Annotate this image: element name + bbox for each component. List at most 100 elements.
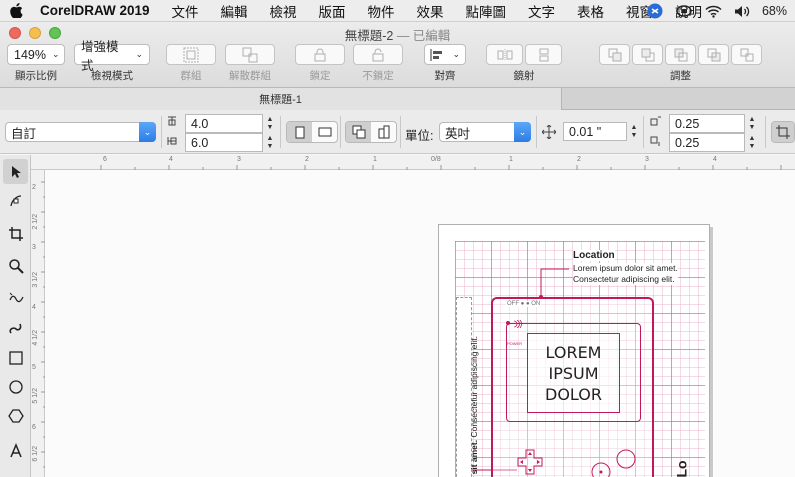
- menu-file[interactable]: 文件: [172, 1, 199, 21]
- units-select[interactable]: 英吋 ⌄: [439, 122, 531, 142]
- zoom-tool[interactable]: [3, 253, 28, 278]
- all-pages-button[interactable]: [346, 122, 371, 142]
- align-dropdown[interactable]: ⌄: [424, 44, 466, 65]
- polygon-tool[interactable]: [3, 403, 28, 428]
- lock-button[interactable]: [295, 44, 345, 65]
- ruler-label: 5 1/2: [32, 388, 39, 404]
- page-height-stepper[interactable]: ▲ ▼: [265, 133, 275, 152]
- pick-tool[interactable]: [3, 159, 28, 184]
- pointer-icon: [11, 165, 21, 178]
- menu-text[interactable]: 文字: [528, 1, 555, 21]
- page-width-input[interactable]: 4.0: [185, 114, 263, 133]
- screen-text[interactable]: LOREM IPSUM DOLOR: [545, 342, 602, 405]
- menu-table[interactable]: 表格: [577, 1, 604, 21]
- ruler-label: 4 1/2: [32, 330, 39, 346]
- chevron-down-icon: ⌄: [135, 49, 143, 59]
- current-page-icon: [378, 125, 389, 139]
- lock-icon: [314, 48, 326, 61]
- duplicate-y-input[interactable]: 0.25: [669, 133, 745, 152]
- duplicate-x-stepper[interactable]: ▲ ▼: [747, 114, 757, 133]
- landscape-button[interactable]: [312, 122, 337, 142]
- duplicate-y-stepper[interactable]: ▲ ▼: [747, 133, 757, 152]
- treat-as-filled-button[interactable]: [772, 122, 794, 142]
- apple-logo-icon[interactable]: [10, 3, 24, 19]
- reverse-order-button[interactable]: [731, 44, 762, 65]
- drawing-canvas[interactable]: Location Lorem ipsum dolor sit amet. Con…: [45, 170, 795, 477]
- wifi-icon[interactable]: [705, 5, 722, 18]
- menu-edit[interactable]: 編輯: [221, 1, 248, 21]
- menu-layout[interactable]: 版面: [319, 1, 346, 21]
- menu-view[interactable]: 檢視: [270, 1, 297, 21]
- document-page[interactable]: Location Lorem ipsum dolor sit amet. Con…: [438, 224, 710, 477]
- callout-body[interactable]: Lorem ipsum dolor sit amet. Consectetur …: [573, 263, 678, 285]
- screen-area[interactable]: LOREM IPSUM DOLOR: [527, 333, 620, 413]
- text-tool[interactable]: [3, 438, 28, 463]
- forward-one-button[interactable]: [665, 44, 696, 65]
- current-page-button[interactable]: [371, 122, 396, 142]
- mirror-vertical-button[interactable]: [525, 44, 562, 65]
- tab-document[interactable]: 無標題-1: [0, 88, 562, 110]
- page-height-input[interactable]: 6.0: [185, 133, 263, 152]
- view-mode-dropdown[interactable]: 增強模式 ⌄: [74, 40, 150, 73]
- ruler-label: 3: [645, 156, 649, 163]
- menu-object[interactable]: 物件: [368, 1, 395, 21]
- vertical-text-frame[interactable]: dolor sit amet. Consectetur adipiscing e…: [456, 297, 479, 477]
- macos-menu-bar: CorelDRAW 2019 文件 編輯 檢視 版面 物件 效果 點陣圖 文字 …: [0, 0, 795, 22]
- page-size-select[interactable]: 自訂 ⌄: [5, 122, 156, 142]
- chevron-down-icon: ⌄: [139, 122, 156, 142]
- unlock-button[interactable]: [353, 44, 403, 65]
- mirror-horizontal-button[interactable]: [486, 44, 523, 65]
- artistic-media-tool[interactable]: [3, 315, 28, 340]
- to-front-button[interactable]: [599, 44, 630, 65]
- freehand-tool[interactable]: [3, 285, 28, 310]
- ruler-label: 4: [169, 156, 173, 163]
- menu-effects[interactable]: 效果: [417, 1, 444, 21]
- vertical-ruler[interactable]: 2 2 1/2 3 3 1/2 4 4 1/2 5 5 1/2 6 6 1/2: [31, 170, 45, 477]
- document-name: 無標題-2: [344, 29, 394, 43]
- menu-app-name[interactable]: CorelDRAW 2019: [40, 3, 150, 18]
- app-status-icon[interactable]: [647, 3, 663, 19]
- game-device-outline[interactable]: POWER LOREM IPSUM DOLOR: [491, 297, 654, 477]
- horizontal-ruler[interactable]: 6 4 3 2 1 0/8 1 2 3 4: [31, 155, 795, 170]
- back-one-button[interactable]: [698, 44, 729, 65]
- duplicate-x-input[interactable]: 0.25: [669, 114, 745, 133]
- shape-edit-icon: [9, 194, 21, 206]
- page-width-stepper[interactable]: ▲ ▼: [265, 114, 275, 133]
- unlock-label: 不鎖定: [362, 70, 394, 82]
- zoom-value: 149%: [14, 47, 46, 62]
- crop-tool[interactable]: [3, 221, 28, 246]
- group-tool: 群組: [166, 44, 216, 83]
- nudge-stepper[interactable]: ▲ ▼: [629, 122, 639, 141]
- status-items: 68%: [647, 0, 787, 22]
- ruler-labels: 2 2 1/2 3 3 1/2 4 4 1/2 5 5 1/2 6 6 1/2: [32, 170, 40, 477]
- ellipse-tool[interactable]: [3, 374, 28, 399]
- shape-tool[interactable]: [3, 188, 28, 213]
- nudge-input[interactable]: 0.01 ": [563, 122, 627, 141]
- zoom-dropdown[interactable]: 149% ⌄: [7, 44, 65, 65]
- rectangle-tool[interactable]: [3, 345, 28, 370]
- ruler-label: 1: [373, 156, 377, 163]
- to-back-button[interactable]: [632, 44, 663, 65]
- ungroup-button[interactable]: [225, 44, 275, 65]
- adjust-tool: 調整: [599, 44, 762, 83]
- chevron-down-icon: ⌄: [514, 122, 531, 142]
- callout-title[interactable]: Location: [573, 250, 615, 261]
- edge-text[interactable]: Lo: [674, 460, 690, 477]
- screen-bezel[interactable]: LOREM IPSUM DOLOR: [506, 323, 641, 422]
- portrait-button[interactable]: [287, 122, 312, 142]
- group-button[interactable]: [166, 44, 216, 65]
- volume-icon[interactable]: [734, 5, 750, 18]
- crop-marks-icon: [776, 125, 790, 139]
- ruler-label: 1: [509, 156, 513, 163]
- ruler-label: 6: [32, 424, 36, 431]
- mirror-tool: 鏡射: [486, 44, 562, 83]
- cloud-sync-icon[interactable]: [675, 4, 693, 18]
- treat-as-filled-toggle: [771, 121, 795, 143]
- controls-illustration: [517, 449, 636, 477]
- ruler-label: 2: [305, 156, 309, 163]
- ungroup-tool: 解散群組: [225, 44, 275, 83]
- mirror-label: 鏡射: [513, 70, 535, 82]
- unlock-icon: [372, 48, 384, 61]
- units-value: 英吋: [445, 126, 471, 141]
- menu-bitmaps[interactable]: 點陣圖: [466, 1, 507, 21]
